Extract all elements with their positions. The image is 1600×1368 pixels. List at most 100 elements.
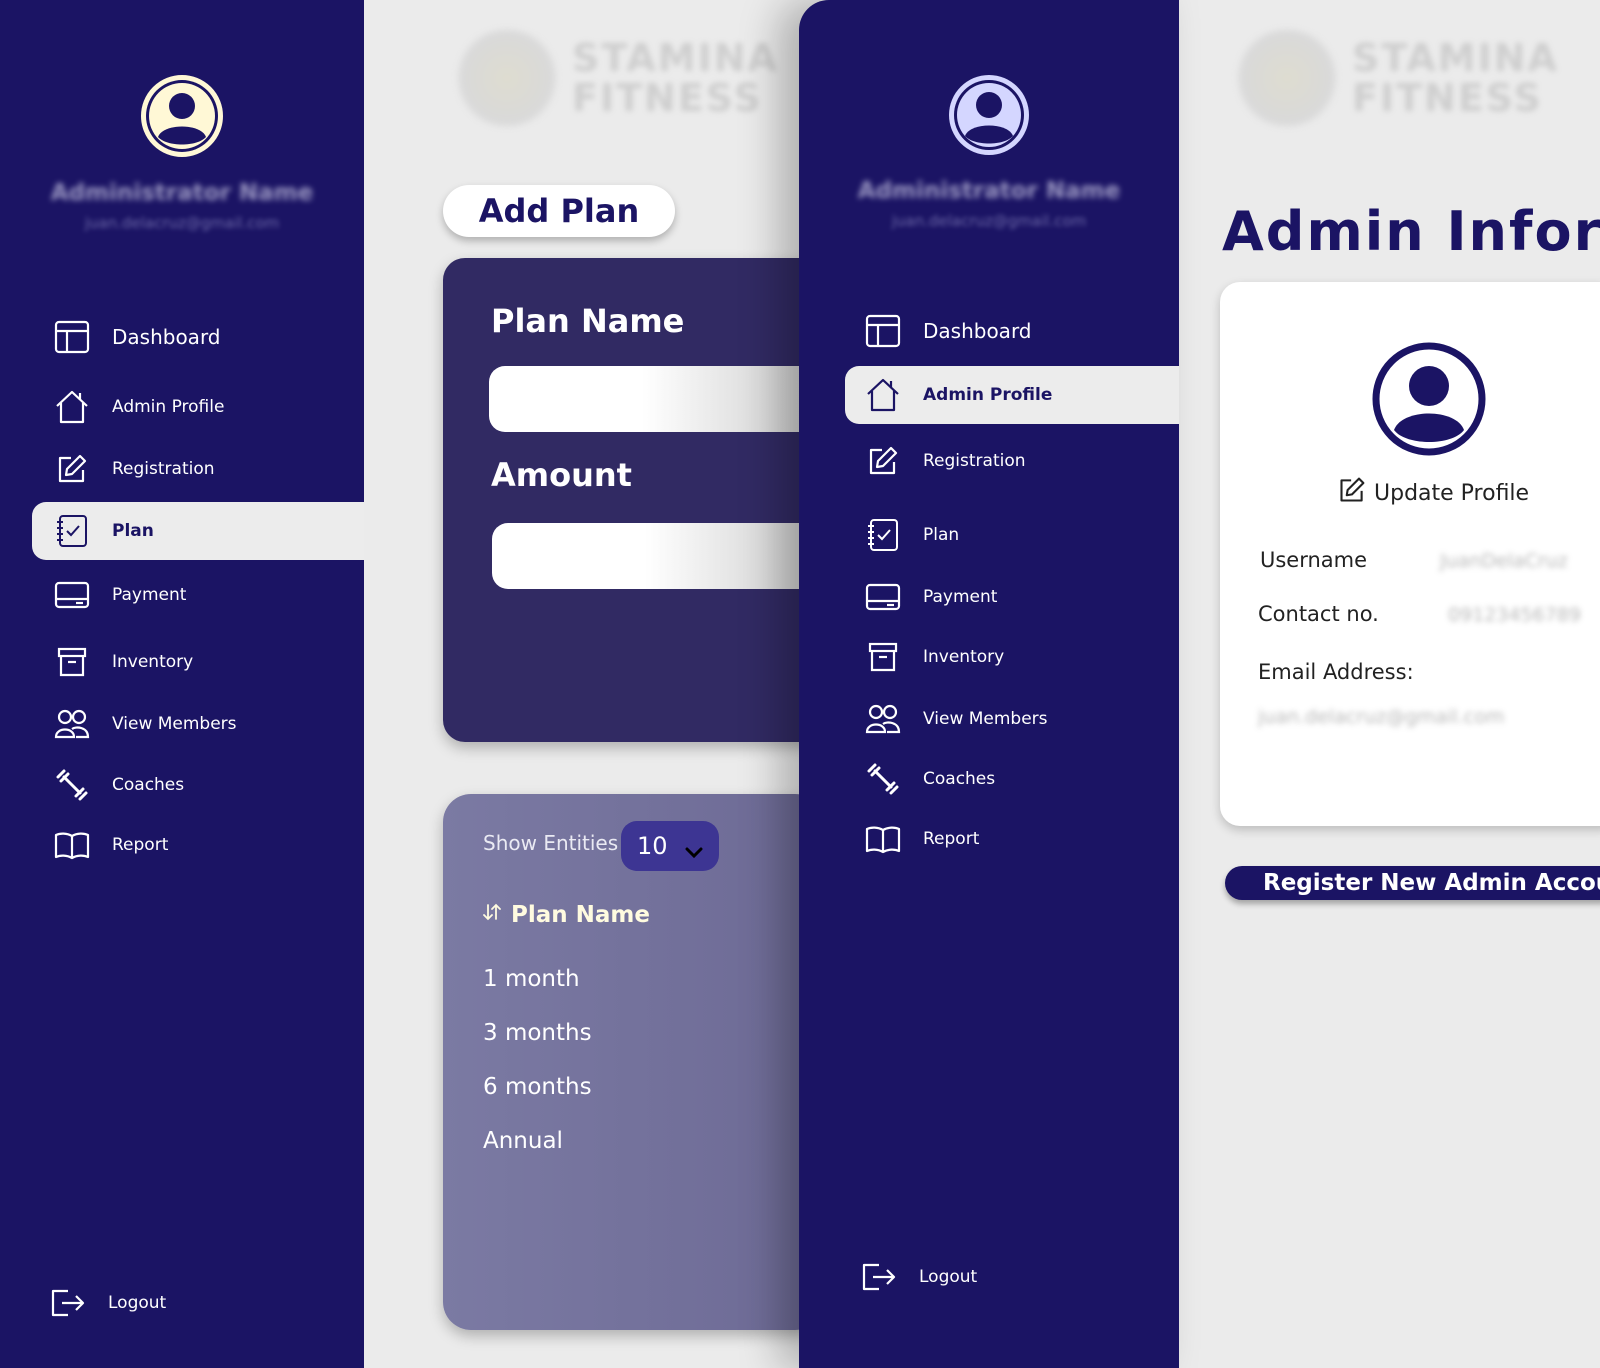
amount-input[interactable] (492, 523, 832, 589)
admin-name: Administrator Name (50, 180, 314, 206)
amount-label: Amount (491, 456, 632, 494)
sidebar-item-coaches[interactable]: Coaches (863, 750, 1179, 808)
email-value: juan.delacruz@gmail.com (1258, 706, 1505, 728)
logo-line1: STAMINA (1352, 36, 1559, 80)
plan-name-input[interactable] (489, 366, 829, 432)
plan-list-card: Show Entities 10 Plan Name 1 month 3 mon… (443, 794, 823, 1330)
sidebar-item-plan[interactable]: Plan (32, 502, 364, 560)
sidebar-item-view-members[interactable]: View Members (52, 695, 364, 753)
sidebar-item-label: Inventory (923, 647, 1005, 667)
table-row[interactable]: 6 months (483, 1074, 592, 1100)
home-icon (52, 387, 92, 427)
logout-icon (859, 1257, 899, 1297)
sidebar-item-admin-profile[interactable]: Admin Profile (52, 378, 364, 436)
sidebar-item-label: Report (112, 835, 169, 855)
update-profile-label: Update Profile (1374, 480, 1530, 506)
logo-emblem-icon (1232, 28, 1342, 128)
plan-name-column-header[interactable]: Plan Name (483, 902, 650, 928)
members-icon (52, 704, 92, 744)
sidebar-item-label: Admin Profile (923, 385, 1053, 405)
members-icon (863, 699, 903, 739)
email-label: Email Address: (1258, 660, 1414, 684)
dashboard-icon (52, 317, 92, 357)
sidebar-item-admin-profile[interactable]: Admin Profile (845, 366, 1179, 424)
sidebar-item-label: Inventory (112, 652, 194, 672)
edit-icon (863, 441, 903, 481)
dumbbell-icon (863, 759, 903, 799)
entities-value: 10 (637, 832, 668, 860)
sidebar-item-registration[interactable]: Registration (863, 432, 1179, 490)
sidebar-item-registration[interactable]: Registration (52, 440, 364, 498)
sidebar-item-dashboard[interactable]: Dashboard (52, 308, 364, 366)
sidebar-item-plan[interactable]: Plan (863, 506, 1179, 564)
username-value: JuanDelaCruz (1440, 550, 1568, 572)
logout-icon (48, 1283, 88, 1323)
chevron-down-icon (685, 838, 703, 866)
dashboard-icon (863, 311, 903, 351)
admin-email: juan.delacruz@gmail.com (84, 214, 280, 232)
admin-avatar-icon[interactable] (947, 73, 1031, 157)
edit-icon (52, 449, 92, 489)
dumbbell-icon (52, 765, 92, 805)
table-row[interactable]: 1 month (483, 966, 580, 992)
update-profile-button[interactable]: Update Profile (1338, 476, 1529, 510)
profile-avatar-icon (1372, 342, 1486, 456)
sidebar-item-inventory[interactable]: Inventory (863, 628, 1179, 686)
logout-label: Logout (108, 1293, 167, 1313)
book-icon (52, 825, 92, 865)
sidebar-item-label: Report (923, 829, 980, 849)
sidebar-item-dashboard[interactable]: Dashboard (863, 302, 1179, 360)
admin-profile-card: Update Profile Username JuanDelaCruz Con… (1220, 282, 1600, 826)
sidebar-item-payment[interactable]: Payment (52, 566, 364, 624)
table-row[interactable]: Annual (483, 1128, 563, 1154)
sidebar-item-report[interactable]: Report (52, 816, 364, 874)
sidebar-right: Administrator Name juan.delacruz@gmail.c… (799, 0, 1179, 1368)
register-admin-button[interactable]: Register New Admin Account (1225, 866, 1600, 900)
logo-emblem-icon (452, 28, 562, 128)
card-icon (863, 577, 903, 617)
sidebar-item-label: Dashboard (112, 325, 221, 349)
username-label: Username (1260, 548, 1368, 572)
sidebar-item-label: Coaches (923, 769, 996, 789)
sidebar-item-coaches[interactable]: Coaches (52, 756, 364, 814)
sidebar-item-label: Registration (112, 459, 215, 479)
stamina-fitness-logo: STAMINA FITNESS (452, 28, 779, 128)
book-icon (863, 819, 903, 859)
sidebar-item-label: Plan (923, 525, 960, 545)
sidebar-item-label: Coaches (112, 775, 185, 795)
checklist-icon (52, 511, 92, 551)
sidebar-item-view-members[interactable]: View Members (863, 690, 1179, 748)
archive-icon (863, 637, 903, 677)
home-icon (863, 375, 903, 415)
sidebar-item-label: View Members (112, 714, 237, 734)
sidebar-left: Administrator Name juan.delacruz@gmail.c… (0, 0, 364, 1368)
logo-line2: FITNESS (1352, 76, 1543, 120)
contact-value: 09123456789 (1448, 604, 1581, 626)
logout-button[interactable]: Logout (48, 1274, 360, 1332)
sidebar-item-inventory[interactable]: Inventory (52, 633, 364, 691)
logout-label: Logout (919, 1267, 978, 1287)
sidebar-item-label: Admin Profile (112, 397, 225, 417)
plan-form-card: Plan Name Amount (443, 258, 832, 742)
admin-avatar-icon[interactable] (139, 73, 225, 159)
sidebar-item-payment[interactable]: Payment (863, 568, 1179, 626)
sidebar-item-label: Registration (923, 451, 1026, 471)
admin-email: juan.delacruz@gmail.com (891, 212, 1087, 230)
checklist-icon (863, 515, 903, 555)
show-entities-label: Show Entities (483, 831, 619, 855)
plan-name-label: Plan Name (491, 302, 685, 340)
entities-select[interactable]: 10 (621, 821, 719, 871)
column-header-label: Plan Name (511, 902, 650, 928)
sort-icon (483, 902, 501, 928)
edit-icon (1338, 476, 1366, 510)
archive-icon (52, 642, 92, 682)
admin-name: Administrator Name (857, 178, 1121, 204)
add-plan-button[interactable]: Add Plan (443, 185, 675, 237)
sidebar-item-report[interactable]: Report (863, 810, 1179, 868)
logo-line1: STAMINA (572, 36, 779, 80)
card-icon (52, 575, 92, 615)
table-row[interactable]: 3 months (483, 1020, 592, 1046)
logout-button[interactable]: Logout (859, 1248, 1175, 1306)
contact-label: Contact no. (1258, 602, 1379, 626)
stamina-fitness-logo: STAMINA FITNESS (1232, 28, 1559, 128)
